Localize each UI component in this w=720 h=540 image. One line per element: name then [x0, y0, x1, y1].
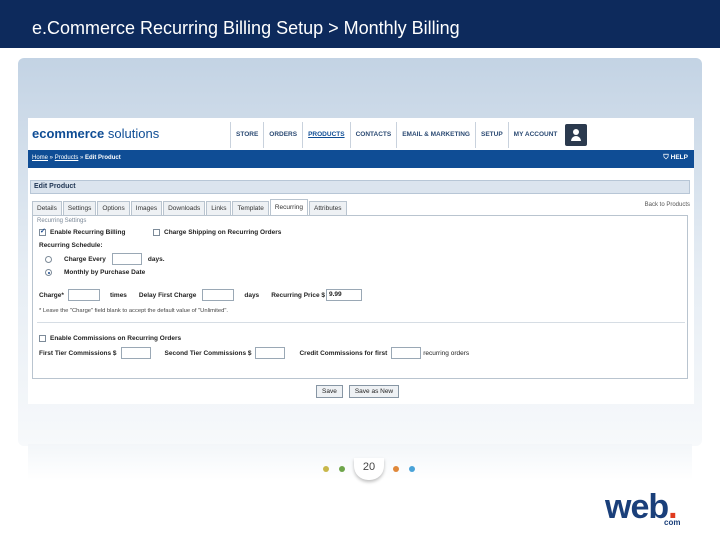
pager-dot	[409, 466, 415, 472]
delay-label: Delay First Charge	[138, 291, 197, 299]
nav-email-marketing[interactable]: EMAIL & MARKETING	[396, 122, 475, 148]
charge-row: Charge* times Delay First Charge days Re…	[39, 289, 363, 301]
second-tier-input[interactable]	[255, 347, 286, 359]
logo-bold-text: ecommerce	[32, 126, 105, 141]
tab-recurring[interactable]: Recurring	[269, 199, 309, 215]
tab-settings[interactable]: Settings	[62, 201, 97, 215]
tab-downloads[interactable]: Downloads	[163, 201, 206, 215]
charge-input[interactable]	[67, 289, 100, 301]
save-as-new-button[interactable]: Save as New	[348, 385, 400, 398]
breadcrumb-current: Edit Product	[85, 155, 121, 161]
monthly-row: Monthly by Purchase Date	[45, 269, 145, 276]
nav-setup[interactable]: SETUP	[475, 122, 508, 148]
tab-attributes[interactable]: Attributes	[309, 201, 347, 215]
help-link[interactable]: ⛉ HELP	[663, 154, 688, 162]
tab-options[interactable]: Options	[97, 201, 130, 215]
recurring-price-label: Recurring Price $	[271, 291, 326, 299]
recurring-price-input[interactable]: 9.99	[326, 289, 363, 301]
save-button[interactable]: Save	[316, 385, 343, 398]
breadcrumb-separator: »	[48, 155, 55, 161]
charge-note: * Leave the "Charge" field blank to acce…	[39, 308, 229, 314]
first-tier-input[interactable]	[120, 347, 151, 359]
slide-pager: 20	[318, 458, 420, 480]
page-number: 20	[354, 458, 384, 480]
charge-every-row: Charge Every days.	[45, 253, 165, 265]
monthly-label: Monthly by Purchase Date	[64, 269, 146, 276]
pager-dot	[323, 466, 329, 472]
tab-template[interactable]: Template	[232, 201, 269, 215]
tab-images[interactable]: Images	[130, 201, 163, 215]
credit-commissions-label: Credit Commissions for first	[299, 349, 388, 357]
nav-products[interactable]: PRODUCTS	[302, 122, 349, 148]
charge-label: Charge*	[39, 291, 64, 299]
enable-recurring-checkbox[interactable]	[39, 227, 46, 236]
delay-input[interactable]	[202, 289, 235, 301]
enable-recurring-row: Enable Recurring Billing	[39, 227, 126, 236]
days-label: days.	[147, 255, 165, 263]
enable-commissions-label: Enable Commissions on Recurring Orders	[50, 335, 182, 342]
delay-days-label: days	[244, 291, 260, 299]
app-logo[interactable]: ecommerce solutions	[32, 126, 159, 141]
nav-store[interactable]: STORE	[230, 122, 263, 148]
top-nav: STORE ORDERS PRODUCTS CONTACTS EMAIL & M…	[230, 122, 588, 148]
nav-my-account[interactable]: MY ACCOUNT	[507, 122, 563, 148]
times-label: times	[109, 291, 127, 299]
charge-shipping-row: Charge Shipping on Recurring Orders	[153, 229, 281, 236]
user-icon[interactable]	[565, 124, 588, 146]
breadcrumb-home[interactable]: Home	[32, 155, 48, 161]
credit-orders-input[interactable]	[391, 347, 422, 359]
breadcrumb-products[interactable]: Products	[55, 155, 79, 161]
recurring-orders-label: recurring orders	[423, 349, 470, 357]
charge-shipping-checkbox[interactable]	[153, 229, 160, 236]
pager-dot	[393, 466, 399, 472]
shield-icon: ⛉	[663, 154, 669, 161]
product-tabs: Details Settings Options Images Download…	[32, 199, 348, 215]
pager-dot	[339, 466, 345, 472]
logo-light-text: solutions	[104, 126, 160, 141]
help-label: HELP	[670, 154, 688, 161]
back-to-products-link[interactable]: Back to Products	[645, 202, 690, 208]
app-screen: ecommerce solutions STORE ORDERS PRODUCT…	[28, 118, 694, 404]
slide-header: e.Commerce Recurring Billing Setup > Mon…	[0, 0, 720, 48]
charge-shipping-label: Charge Shipping on Recurring Orders	[164, 229, 282, 236]
charge-every-label: Charge Every	[64, 255, 106, 263]
panel-header: Edit Product	[30, 180, 690, 194]
enable-commissions-checkbox[interactable]	[39, 335, 46, 342]
enable-recurring-label: Enable Recurring Billing	[50, 229, 126, 236]
schedule-label: Recurring Schedule:	[39, 242, 103, 249]
second-tier-label: Second Tier Commissions $	[164, 349, 252, 357]
tab-links[interactable]: Links	[206, 201, 232, 215]
monthly-radio[interactable]	[45, 269, 52, 276]
slide-title: e.Commerce Recurring Billing Setup > Mon…	[32, 18, 460, 38]
logo-web-text: web	[605, 488, 669, 526]
section-legend: Recurring Settings	[37, 218, 87, 224]
divider	[37, 322, 685, 323]
breadcrumb-bar: Home » Products » Edit Product ⛉ HELP	[28, 150, 694, 168]
commissions-row: First Tier Commissions $ Second Tier Com…	[39, 347, 469, 359]
first-tier-label: First Tier Commissions $	[39, 349, 117, 357]
charge-every-input[interactable]	[111, 253, 142, 265]
tab-details[interactable]: Details	[32, 201, 62, 215]
recurring-form: Recurring Settings Enable Recurring Bill…	[32, 215, 688, 379]
breadcrumb: Home » Products » Edit Product	[32, 155, 121, 161]
panel-title: Edit Product	[34, 183, 76, 190]
nav-contacts[interactable]: CONTACTS	[349, 122, 397, 148]
nav-orders[interactable]: ORDERS	[263, 122, 302, 148]
logo-com-text: com	[664, 518, 681, 527]
enable-commissions-row: Enable Commissions on Recurring Orders	[39, 335, 181, 342]
form-buttons: Save Save as New	[316, 385, 405, 398]
charge-every-radio[interactable]	[45, 255, 52, 263]
